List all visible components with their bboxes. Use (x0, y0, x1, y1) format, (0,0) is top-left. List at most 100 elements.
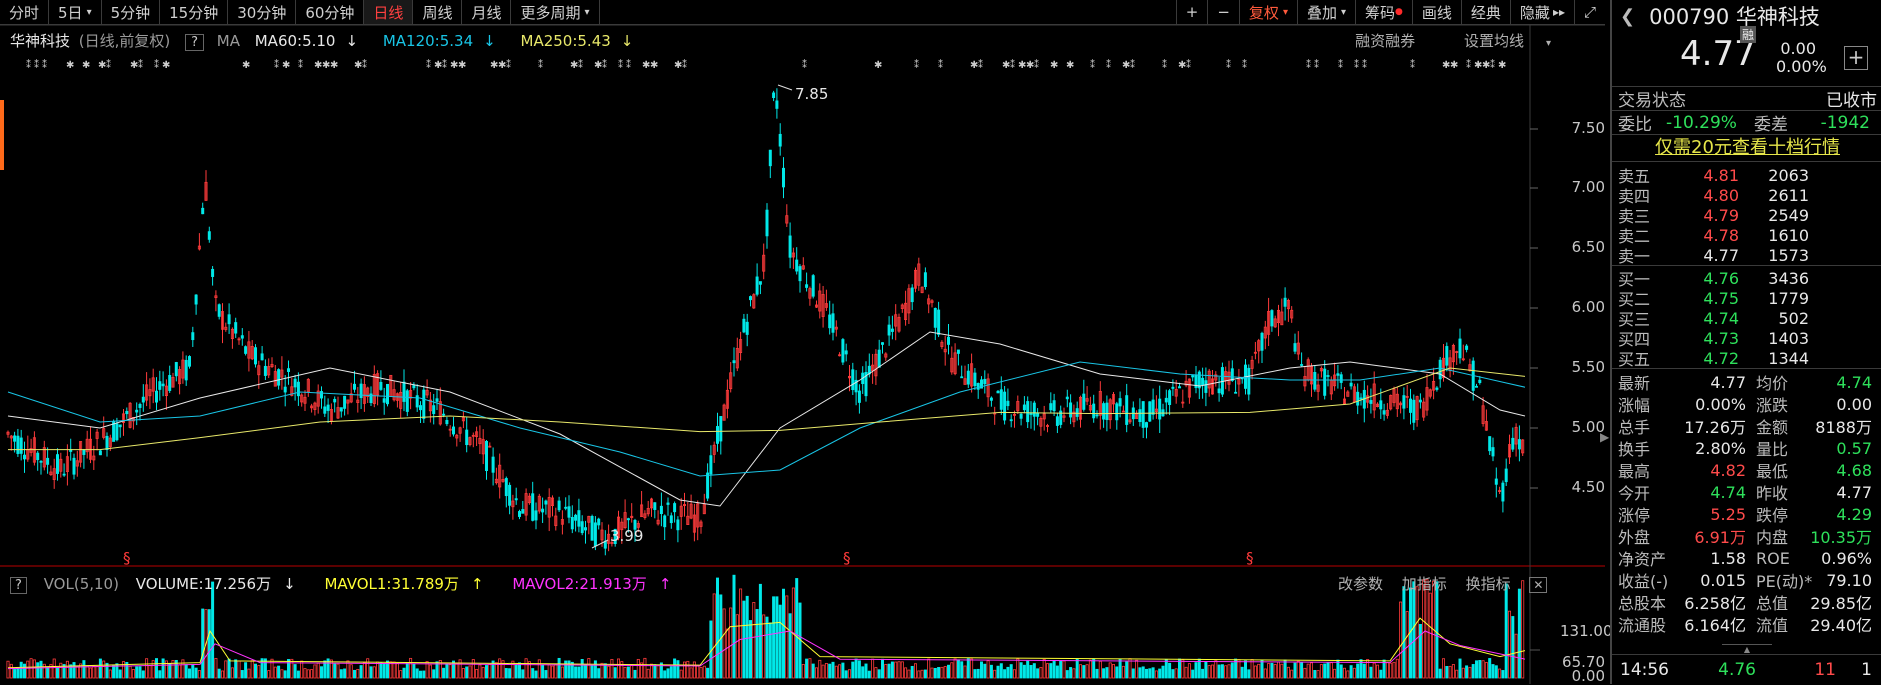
shezhi-junxian-link[interactable]: 设置均线 ▾ (1442, 32, 1551, 50)
candle-body (118, 424, 122, 428)
volume-bar (1319, 664, 1323, 679)
volume-bar (1379, 669, 1383, 679)
candle-body (1022, 404, 1026, 411)
volume-bar (131, 669, 135, 679)
volume-bar (1488, 658, 1492, 679)
candle-body (755, 276, 759, 295)
volume-bar (1498, 668, 1502, 679)
orderbook-volume: 2611 (1768, 185, 1809, 205)
event-marker: ⁑ (1242, 58, 1247, 71)
volume-bar (514, 664, 518, 679)
orderbook-row[interactable]: 买五 4.72 1344 (1612, 348, 1881, 370)
volume-bar (1511, 616, 1515, 679)
quote-label: 总股本 (1618, 594, 1667, 613)
candle-body (46, 457, 50, 465)
orderbook-row[interactable]: 买三 4.74 502 (1612, 308, 1881, 330)
volume-bar (1517, 588, 1521, 679)
volume-bar (874, 667, 878, 679)
huanzhibiao-link[interactable]: 换指标 (1466, 575, 1511, 593)
candle-body (749, 296, 753, 301)
volume-bar (224, 660, 228, 679)
volume-bar (1494, 665, 1498, 679)
volume-bar (59, 662, 63, 679)
candle-body (831, 313, 835, 333)
weibi-row: 委比 -10.29% 委差 -1942 (1612, 110, 1881, 135)
volume-bar (379, 662, 383, 679)
candle-body (732, 360, 736, 364)
orderbook-row[interactable]: 买一 4.76 3436 (1612, 268, 1881, 290)
candle-body (1158, 398, 1162, 420)
candle-body (1409, 398, 1413, 413)
quote-value: 4.68 (1836, 460, 1872, 480)
volume-bar (148, 665, 152, 679)
volume-bar (1316, 670, 1320, 679)
volume-bar (220, 670, 224, 679)
volume-bar (1369, 666, 1373, 679)
volume-bar (178, 664, 182, 679)
event-marker: ⁑ (1162, 58, 1167, 71)
volume-bar (1349, 665, 1353, 679)
help-icon[interactable]: ? (185, 34, 204, 51)
candle-body (973, 372, 977, 387)
volume-bar (795, 578, 799, 679)
help-icon[interactable]: ? (10, 577, 27, 594)
volume-bar (696, 665, 700, 679)
add-watchlist-button[interactable]: + (1844, 46, 1868, 70)
jiazhibiao-link[interactable]: 加指标 (1402, 575, 1447, 593)
orderbook-row[interactable]: 买四 4.73 1403 (1612, 328, 1881, 350)
panel-scroll-handle[interactable]: ▲ (1722, 644, 1772, 654)
event-marker: ✱ (1450, 60, 1458, 71)
volume-bar (980, 661, 984, 679)
volume-bar (145, 658, 149, 679)
volume-bar (1303, 667, 1307, 679)
orderbook-price: 4.75 (1703, 288, 1739, 308)
candle-body (1369, 400, 1373, 404)
candle-body (778, 133, 782, 147)
candle-body (432, 405, 436, 415)
volume-bar (468, 665, 472, 679)
candle-body (626, 518, 630, 521)
candle-body (244, 346, 248, 354)
volume-bar (217, 668, 221, 679)
candle-body (260, 353, 264, 361)
orderbook-row[interactable]: 买二 4.75 1779 (1612, 288, 1881, 310)
volume-bar (749, 620, 753, 679)
volume-bar (1019, 662, 1023, 679)
weibi-label: 委比 (1618, 115, 1652, 135)
volume-bar (1032, 663, 1036, 679)
event-marker: ⁑ (1362, 58, 1367, 71)
orderbook-row[interactable]: 卖二 4.78 1610 (1612, 225, 1881, 247)
candle-body (154, 390, 158, 403)
volume-bar (286, 659, 290, 679)
volume-bar (689, 667, 693, 679)
orderbook-row[interactable]: 卖一 4.77 1573 (1612, 245, 1881, 267)
candle-body (333, 398, 337, 403)
volume-bar (966, 658, 970, 679)
quote-row: 最新 4.77 均价 4.74 (1612, 371, 1881, 394)
weibi-value: -10.29% (1666, 112, 1737, 133)
close-icon[interactable]: ✕ (1529, 577, 1548, 593)
trade-status-label: 交易状态 (1618, 91, 1686, 111)
candle-body (1026, 401, 1030, 423)
quote-label: 换手 (1618, 440, 1651, 459)
candle-body (841, 339, 845, 363)
volume-bar (1013, 669, 1017, 679)
volume-bar (1187, 663, 1191, 679)
volume-bar (1168, 662, 1172, 679)
level2-promo-link[interactable]: 仅需20元查看十档行情 (1612, 134, 1881, 161)
volume-bar (494, 662, 498, 679)
volume-bar (402, 667, 406, 679)
orderbook-row[interactable]: 卖三 4.79 2549 (1612, 205, 1881, 227)
chevron-left-icon[interactable]: ❮ (1620, 6, 1635, 27)
collapse-panel-handle[interactable]: ▶ (1600, 430, 1610, 470)
volume-bar (745, 595, 749, 679)
volume-bar (1293, 662, 1297, 679)
volume-bar (412, 663, 416, 679)
orderbook-row[interactable]: 卖四 4.80 2611 (1612, 185, 1881, 207)
volume-bar (914, 663, 918, 679)
orderbook-row[interactable]: 卖五 4.81 2063 (1612, 165, 1881, 187)
volume-bar (1521, 580, 1525, 679)
rongzi-link[interactable]: 融资融券 (1355, 32, 1415, 50)
gaicanshu-link[interactable]: 改参数 (1338, 575, 1383, 593)
volume-bar (1088, 659, 1092, 679)
